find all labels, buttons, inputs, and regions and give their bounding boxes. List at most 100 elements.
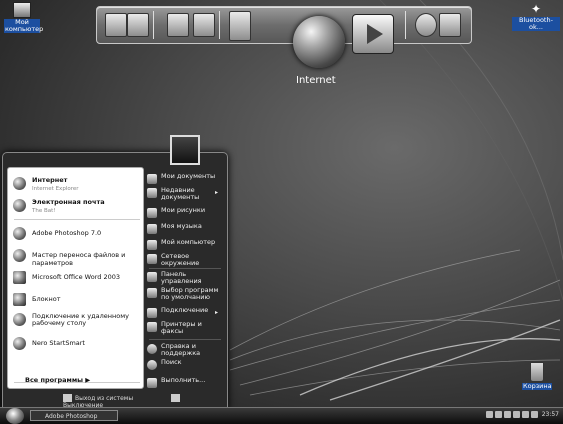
right-item-label: Сетевое окружение bbox=[161, 252, 200, 267]
notepad-icon bbox=[13, 293, 26, 306]
taskbar-button-photoshop[interactable]: Adobe Photoshop bbox=[30, 410, 118, 421]
run-icon bbox=[147, 378, 157, 388]
tray-icon[interactable] bbox=[494, 411, 502, 418]
nero-icon bbox=[13, 337, 26, 350]
right-item-label: Недавние документы bbox=[161, 186, 200, 201]
dock-bar bbox=[96, 6, 472, 44]
photoshop-icon bbox=[13, 227, 26, 240]
dock-divider bbox=[153, 11, 154, 39]
pictures-icon bbox=[147, 208, 157, 218]
printer-icon bbox=[147, 322, 157, 332]
internet-explorer-icon bbox=[13, 177, 26, 190]
right-item-label: Справка и поддержка bbox=[161, 342, 201, 357]
documents-icon bbox=[147, 174, 157, 184]
dock-books-icon[interactable] bbox=[167, 13, 189, 37]
dock-trash-icon[interactable] bbox=[439, 13, 461, 37]
recent-notepad-label: Блокнот bbox=[32, 295, 61, 303]
transfer-wizard-icon bbox=[13, 249, 26, 262]
control-panel-icon bbox=[147, 272, 157, 282]
right-item-label: Поиск bbox=[161, 358, 182, 366]
computer-icon bbox=[13, 2, 31, 18]
arrow-right-icon: ▸ bbox=[215, 309, 219, 316]
pinned-divider bbox=[14, 219, 140, 220]
recent-notepad[interactable]: Блокнот bbox=[10, 292, 140, 308]
dock-document-icon[interactable] bbox=[193, 13, 215, 37]
right-item-label: Принтеры и факсы bbox=[161, 320, 202, 335]
start-menu: Интернет Internet Explorer Электронная по… bbox=[2, 152, 228, 410]
logoff-label: Выход из системы bbox=[75, 394, 134, 402]
recent-photoshop[interactable]: Adobe Photoshop 7.0 bbox=[10, 226, 140, 242]
right-divider bbox=[149, 339, 221, 340]
network-icon bbox=[147, 254, 157, 264]
tray-icon[interactable] bbox=[503, 411, 511, 418]
dock-divider bbox=[219, 11, 220, 39]
pinned-internet-title: Интернет bbox=[32, 176, 68, 184]
logoff-button[interactable]: Выход из системы bbox=[63, 394, 151, 402]
right-item-label: Подключение bbox=[161, 306, 209, 314]
dock-folder-icon[interactable] bbox=[229, 11, 251, 41]
media-player-icon[interactable] bbox=[352, 14, 394, 54]
word-icon bbox=[13, 271, 26, 284]
bluetooth-desktop-icon[interactable]: ✦ Bluetooth-ok... bbox=[512, 2, 560, 31]
pinned-internet[interactable]: Интернет Internet Explorer bbox=[10, 176, 140, 194]
user-avatar[interactable] bbox=[170, 135, 200, 165]
recent-photoshop-label: Adobe Photoshop 7.0 bbox=[32, 229, 102, 237]
pinned-email[interactable]: Электронная почта The Bat! bbox=[10, 198, 140, 216]
right-item-label: Выполнить... bbox=[161, 376, 206, 384]
recent-word-label: Microsoft Office Word 2003 bbox=[32, 273, 121, 281]
recent-nero[interactable]: Nero StartSmart bbox=[10, 336, 140, 352]
recent-nero-label: Nero StartSmart bbox=[32, 339, 85, 347]
right-item-label: Моя музыка bbox=[161, 222, 202, 230]
right-item-label: Мои документы bbox=[161, 172, 216, 180]
all-programs-label: Все программы bbox=[25, 376, 84, 384]
logoff-icon bbox=[63, 394, 72, 402]
connect-icon bbox=[147, 308, 157, 318]
network-tray-icon[interactable] bbox=[530, 411, 538, 418]
dock-settings-icon[interactable] bbox=[415, 13, 437, 37]
recent-transfer-wizard[interactable]: Мастер переноса файлов и параметров bbox=[10, 248, 140, 267]
right-item-label: Мои рисунки bbox=[161, 206, 206, 214]
dock-divider bbox=[405, 11, 406, 39]
start-button[interactable] bbox=[6, 408, 24, 424]
bluetooth-label: Bluetooth-ok... bbox=[512, 17, 560, 31]
volume-icon[interactable] bbox=[521, 411, 529, 418]
trash-label: Корзина bbox=[522, 382, 552, 390]
computer-icon bbox=[147, 240, 157, 250]
right-item-label: Мой компьютер bbox=[161, 238, 216, 246]
bluetooth-icon: ✦ bbox=[530, 2, 542, 16]
arrow-right-icon: ▸ bbox=[215, 189, 219, 196]
pinned-internet-sub: Internet Explorer bbox=[32, 186, 79, 192]
my-computer-desktop-icon[interactable]: Мой компьютер bbox=[4, 2, 44, 33]
recent-remote-desktop-label: Подключение к удаленному рабочему столу bbox=[32, 312, 129, 327]
search-icon bbox=[147, 360, 157, 370]
remote-desktop-icon bbox=[13, 313, 26, 326]
right-divider bbox=[149, 268, 221, 269]
all-programs-button[interactable]: Все программы ▶ bbox=[25, 376, 90, 384]
trash-icon bbox=[530, 362, 544, 382]
system-tray: 23:57 bbox=[485, 411, 559, 418]
internet-globe-icon[interactable] bbox=[293, 16, 345, 68]
default-programs-icon bbox=[147, 288, 157, 298]
my-computer-label: Мой компьютер bbox=[4, 18, 44, 33]
recent-docs-icon bbox=[147, 188, 157, 198]
recent-word[interactable]: Microsoft Office Word 2003 bbox=[10, 270, 140, 286]
music-icon bbox=[147, 224, 157, 234]
bat-mail-icon bbox=[13, 199, 26, 212]
recent-transfer-wizard-label: Мастер переноса файлов и параметров bbox=[32, 251, 126, 267]
tray-icon[interactable] bbox=[512, 411, 520, 418]
trash-desktop-icon[interactable]: Корзина bbox=[522, 362, 552, 390]
taskbar-button-label: Adobe Photoshop bbox=[45, 413, 98, 420]
right-item-label: Выбор программ по умолчанию bbox=[161, 286, 219, 301]
internet-label: Internet bbox=[296, 75, 336, 86]
arrow-right-icon: ▶ bbox=[85, 376, 91, 384]
help-icon bbox=[147, 344, 157, 354]
power-icon bbox=[171, 394, 180, 402]
clock[interactable]: 23:57 bbox=[542, 411, 559, 418]
tray-icon[interactable] bbox=[485, 411, 493, 418]
recent-remote-desktop[interactable]: Подключение к удаленному рабочему столу bbox=[10, 312, 140, 332]
start-left-pane: Интернет Internet Explorer Электронная по… bbox=[7, 167, 144, 389]
right-item-label: Панель управления bbox=[161, 270, 202, 285]
dock-files-icon[interactable] bbox=[127, 13, 149, 37]
dock-computer-icon[interactable] bbox=[105, 13, 127, 37]
pinned-email-sub: The Bat! bbox=[32, 208, 56, 214]
